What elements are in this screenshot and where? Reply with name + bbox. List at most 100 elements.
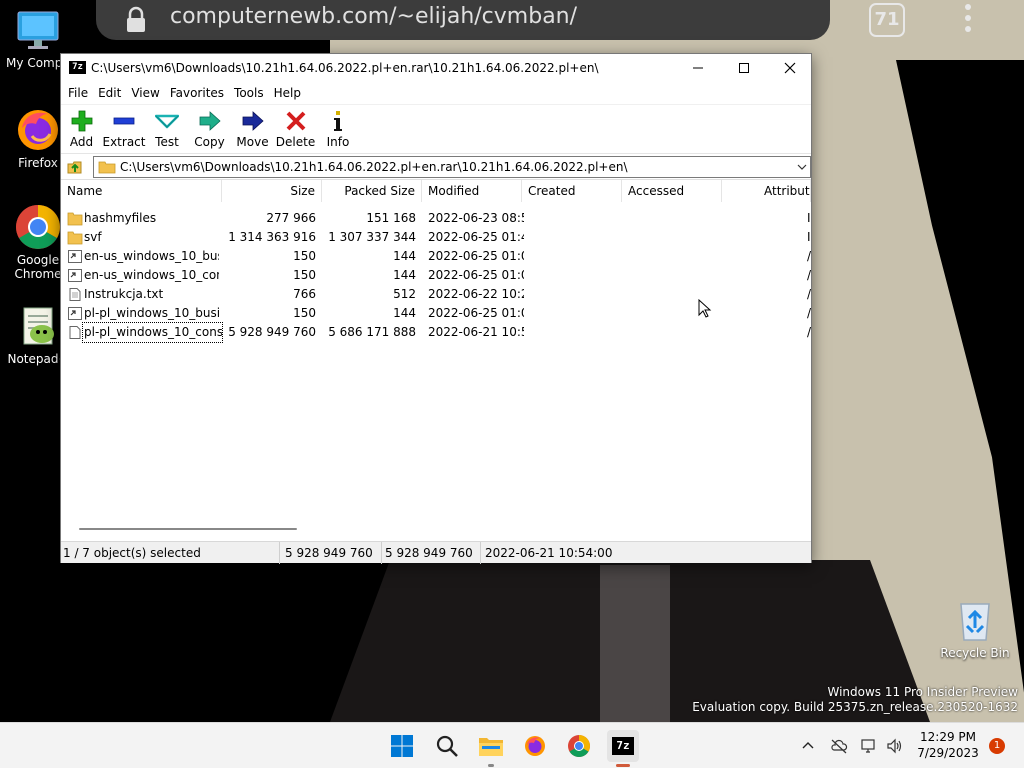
extract-icon xyxy=(113,117,135,125)
status-size: 5 928 949 760 xyxy=(283,542,382,564)
file-icon xyxy=(69,326,81,339)
folder-icon xyxy=(67,231,83,245)
delete-button[interactable]: Delete xyxy=(274,105,317,153)
address-field[interactable]: C:\Users\vm6\Downloads\10.21h1.64.06.202… xyxy=(93,156,811,178)
cell-modified: 2022-06-22 10:27 xyxy=(428,287,524,301)
mouse-cursor-icon xyxy=(698,299,712,318)
shortcut-file-icon xyxy=(68,307,82,320)
notification-badge[interactable]: 1 xyxy=(989,738,1005,754)
cell-modified: 2022-06-25 01:07 xyxy=(428,306,524,320)
column-size[interactable]: Size xyxy=(222,180,322,202)
chevron-up-icon[interactable] xyxy=(800,738,816,754)
table-row[interactable]: en-us_windows_10_con... 150 144 2022-06-… xyxy=(61,266,811,285)
window-title: C:\Users\vm6\Downloads\10.21h1.64.06.202… xyxy=(91,61,599,75)
minimize-button[interactable] xyxy=(675,54,721,82)
clock[interactable]: 12:29 PM 7/29/2023 xyxy=(912,729,984,761)
cell-size: 150 xyxy=(293,249,316,263)
menu-file[interactable]: File xyxy=(63,86,93,100)
firefox-icon xyxy=(525,736,545,756)
cell-size: 150 xyxy=(293,306,316,320)
cell-name: svf xyxy=(84,230,102,244)
cell-attr: / xyxy=(807,287,811,301)
wallpaper-shape xyxy=(600,565,670,722)
browser-url-text[interactable]: computernewb.com/~elijah/cvmban/ xyxy=(170,4,577,29)
file-explorer-icon xyxy=(479,738,503,756)
cell-size: 150 xyxy=(293,268,316,282)
window-titlebar[interactable]: 7z C:\Users\vm6\Downloads\10.21h1.64.06.… xyxy=(61,54,811,82)
text-file-icon xyxy=(69,288,81,301)
chrome-icon xyxy=(568,735,590,757)
up-folder-icon xyxy=(67,161,82,173)
browser-menu-icon[interactable] xyxy=(958,0,978,40)
search-button[interactable] xyxy=(431,730,463,762)
column-attributes[interactable]: Attribute xyxy=(722,180,811,202)
table-row[interactable]: en-us_windows_10_busi... 150 144 2022-06… xyxy=(61,247,811,266)
cloud-offline-icon[interactable] xyxy=(830,738,848,754)
extract-button[interactable]: Extract xyxy=(102,105,146,153)
menu-help[interactable]: Help xyxy=(269,86,306,100)
browser-tab-count[interactable]: 71 xyxy=(869,3,905,37)
menu-bar: File Edit View Favorites Tools Help xyxy=(61,82,811,104)
menu-tools[interactable]: Tools xyxy=(229,86,269,100)
taskbar: 7z 12:29 PM 7/29/2023 1 xyxy=(0,722,1024,768)
table-row[interactable]: svf 1 314 363 916 1 307 337 344 2022-06-… xyxy=(61,228,811,247)
close-button[interactable] xyxy=(767,54,813,82)
toolbar: Add Extract Test Copy Move Delete Info xyxy=(61,104,811,154)
delete-icon xyxy=(286,111,305,131)
cell-size: 766 xyxy=(293,287,316,301)
cell-packed: 144 xyxy=(393,268,416,282)
volume-icon[interactable] xyxy=(886,738,904,754)
cell-attr: / xyxy=(807,306,811,320)
cell-name: pl-pl_windows_10_cons... xyxy=(82,322,223,343)
clock-date: 7/29/2023 xyxy=(917,746,979,760)
network-icon[interactable] xyxy=(860,738,878,754)
address-text[interactable]: C:\Users\vm6\Downloads\10.21h1.64.06.202… xyxy=(120,160,628,174)
folder-icon xyxy=(98,161,116,174)
watermark-line2: Evaluation copy. Build 25375.zn_release.… xyxy=(692,700,1018,714)
search-icon xyxy=(436,735,458,757)
up-folder-button[interactable] xyxy=(63,155,87,179)
desktop-icon-recycle-bin[interactable]: Recycle Bin xyxy=(937,596,1013,660)
menu-view[interactable]: View xyxy=(126,86,164,100)
horizontal-scrollbar[interactable] xyxy=(61,522,811,536)
file-explorer-button[interactable] xyxy=(475,730,507,767)
start-button[interactable] xyxy=(386,730,418,762)
cell-packed: 144 xyxy=(393,306,416,320)
firefox-taskbar-button[interactable] xyxy=(519,730,551,762)
chevron-down-icon xyxy=(797,164,807,170)
table-row[interactable]: hashmyfiles 277 966 151 168 2022-06-23 0… xyxy=(61,209,811,228)
cell-name: pl-pl_windows_10_busi... xyxy=(84,306,219,320)
test-button[interactable]: Test xyxy=(146,105,188,153)
test-icon xyxy=(155,114,179,129)
info-button[interactable]: Info xyxy=(317,105,359,153)
notepad-plus-icon xyxy=(14,302,62,350)
cell-size: 277 966 xyxy=(266,211,316,225)
system-tray xyxy=(800,723,908,768)
column-packed-size[interactable]: Packed Size xyxy=(322,180,422,202)
cell-size: 1 314 363 916 xyxy=(228,230,316,244)
column-created[interactable]: Created xyxy=(522,180,622,202)
desktop-icon-label: Recycle Bin xyxy=(940,646,1010,660)
table-row-selected[interactable]: pl-pl_windows_10_cons... 5 928 949 760 5… xyxy=(61,322,811,343)
move-button[interactable]: Move xyxy=(231,105,274,153)
menu-favorites[interactable]: Favorites xyxy=(165,86,229,100)
menu-edit[interactable]: Edit xyxy=(93,86,126,100)
move-icon xyxy=(242,111,264,131)
cell-name: en-us_windows_10_busi... xyxy=(84,249,219,263)
7zip-taskbar-button[interactable]: 7z xyxy=(607,730,639,767)
cell-attr: / xyxy=(807,249,811,263)
minimize-icon xyxy=(693,67,703,69)
cell-packed: 144 xyxy=(393,249,416,263)
column-accessed[interactable]: Accessed xyxy=(622,180,722,202)
add-button[interactable]: Add xyxy=(61,105,102,153)
windows-start-icon xyxy=(391,735,413,757)
copy-button[interactable]: Copy xyxy=(188,105,231,153)
chrome-taskbar-button[interactable] xyxy=(563,730,595,762)
clock-time: 12:29 PM xyxy=(920,730,976,744)
column-modified[interactable]: Modified xyxy=(422,180,522,202)
watermark-line1: Windows 11 Pro Insider Preview xyxy=(827,685,1018,699)
scrollbar-thumb[interactable] xyxy=(79,528,297,530)
cell-modified: 2022-06-23 08:50 xyxy=(428,211,524,225)
column-name[interactable]: Name xyxy=(61,180,222,202)
maximize-button[interactable] xyxy=(721,54,767,82)
